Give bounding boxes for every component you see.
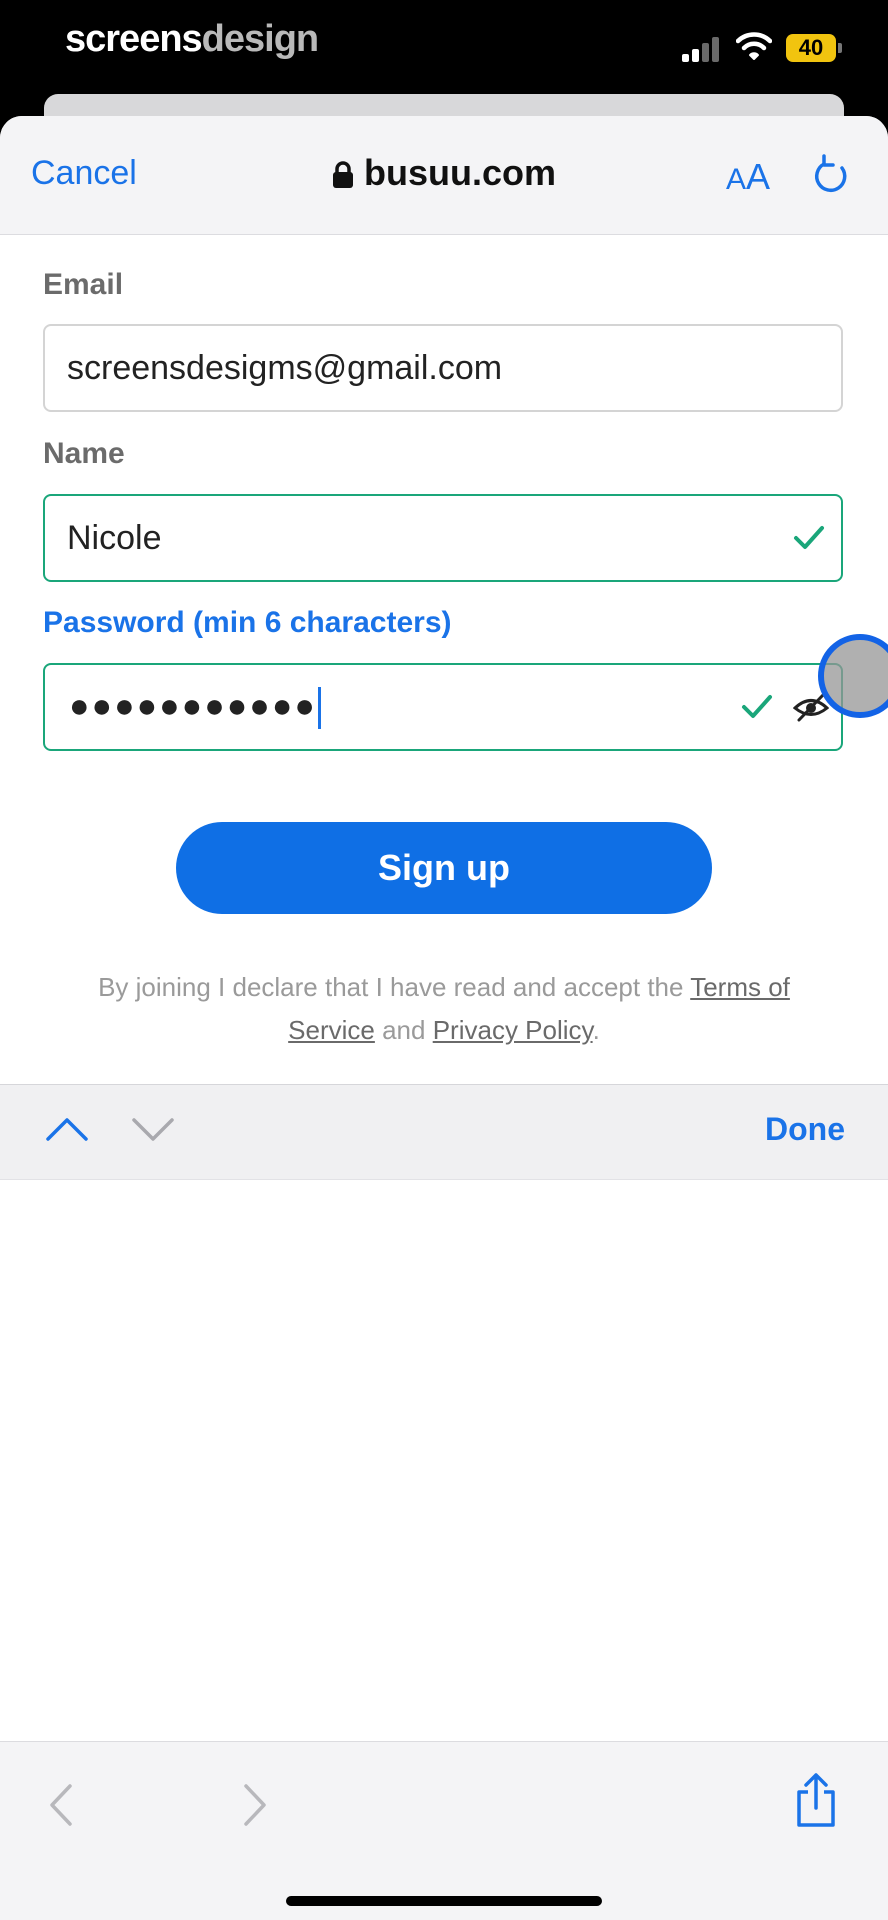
battery-level: 40 bbox=[798, 35, 824, 60]
password-field-container[interactable]: ●●●●●●●●●●● bbox=[43, 663, 843, 751]
url-text: busuu.com bbox=[363, 152, 556, 193]
brand-watermark: screensdesign bbox=[65, 18, 319, 61]
sign-up-button[interactable]: Sign up bbox=[176, 822, 712, 914]
terms-suffix: . bbox=[592, 1015, 600, 1045]
text-size-large: A bbox=[746, 156, 771, 197]
name-field-container[interactable] bbox=[43, 494, 843, 582]
terms-and: and bbox=[374, 1015, 433, 1045]
terms-prefix: By joining I declare that I have read an… bbox=[98, 972, 691, 1002]
privacy-policy-link[interactable]: Privacy Policy bbox=[433, 1015, 593, 1045]
email-label: Email bbox=[43, 268, 124, 301]
brand-part-2: design bbox=[201, 18, 319, 60]
form-accessory-bar: Done bbox=[0, 1084, 888, 1180]
browser-sheet: Cancel busuu.com AA Email Name Password … bbox=[0, 116, 888, 1920]
previous-field-chevron-up-icon[interactable] bbox=[44, 1113, 90, 1145]
password-field[interactable]: ●●●●●●●●●●● bbox=[69, 687, 321, 730]
battery-icon: 40 bbox=[786, 34, 842, 62]
password-label: Password (min 6 characters) bbox=[43, 606, 452, 639]
text-caret bbox=[317, 687, 321, 730]
brand-part-1: screens bbox=[65, 18, 203, 60]
terms-notice: By joining I declare that I have read an… bbox=[70, 966, 818, 1052]
email-field[interactable] bbox=[67, 326, 707, 410]
home-indicator bbox=[286, 1896, 602, 1906]
name-valid-check-icon bbox=[794, 526, 824, 549]
done-button[interactable]: Done bbox=[765, 1111, 845, 1148]
password-valid-check-icon bbox=[742, 695, 772, 718]
forward-chevron-icon[interactable] bbox=[240, 1782, 270, 1828]
share-icon[interactable] bbox=[794, 1772, 838, 1828]
browser-toolbar bbox=[0, 1741, 888, 1920]
wifi-icon bbox=[736, 32, 772, 60]
back-chevron-icon[interactable] bbox=[46, 1782, 76, 1828]
name-label: Name bbox=[43, 437, 125, 470]
reload-icon[interactable] bbox=[812, 154, 852, 196]
name-field[interactable] bbox=[67, 496, 707, 580]
email-field-container[interactable] bbox=[43, 324, 843, 412]
text-size-small: A bbox=[726, 163, 747, 196]
lock-icon bbox=[332, 161, 353, 189]
text-size-button[interactable]: AA bbox=[726, 156, 770, 198]
browser-nav-bar: Cancel busuu.com AA bbox=[0, 116, 888, 235]
password-masked-value: ●●●●●●●●●●● bbox=[69, 687, 317, 725]
next-field-chevron-down-icon[interactable] bbox=[130, 1113, 176, 1145]
cellular-signal-icon bbox=[682, 36, 719, 62]
